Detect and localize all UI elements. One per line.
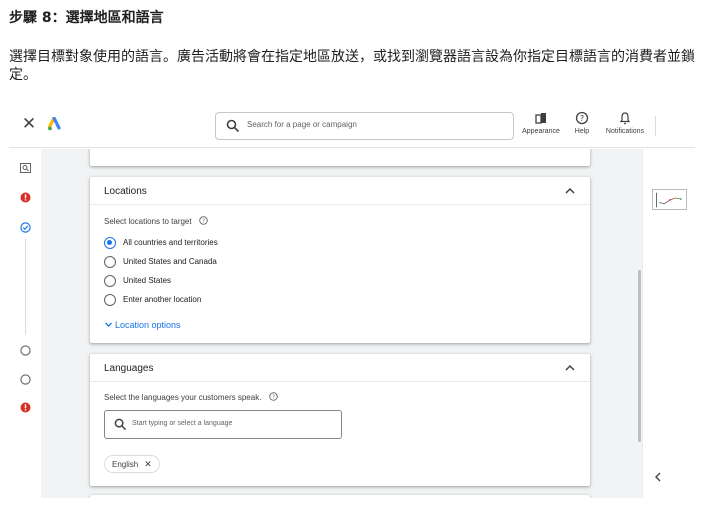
location-option-label: United States and Canada [123,257,217,266]
chart-thumbnail[interactable] [652,189,687,210]
scrollbar[interactable] [638,270,641,442]
location-option-label: Enter another location [123,295,202,304]
languages-card: Languages Select the languages your cust… [90,354,590,486]
chevron-up-icon[interactable] [564,185,576,197]
help-button[interactable]: ? Help [570,111,594,135]
step-description: 選擇目標對象使用的語言。廣告活動將會在指定地區放送，或找到瀏覽器語言設為你指定目… [9,49,695,83]
languages-title: Languages [104,363,154,374]
locations-subtitle-text: Select locations to target [104,217,192,226]
error-icon[interactable] [20,402,31,413]
notifications-button[interactable]: Notifications [601,111,649,135]
location-options-label: Location options [115,320,181,330]
appearance-label: Appearance [522,128,560,135]
language-chip-label: English [112,460,139,469]
close-icon[interactable]: ✕ [21,116,37,133]
svg-text:?: ? [580,114,584,123]
toolbar-divider [655,116,656,136]
divider [90,381,590,382]
divider [90,204,590,205]
error-icon[interactable] [20,192,31,203]
languages-subtitle-text: Select the languages your customers spea… [104,393,262,402]
appearance-button[interactable]: Appearance [519,111,563,135]
svg-text:?: ? [202,219,205,225]
notifications-label: Notifications [605,128,645,135]
chevron-left-icon[interactable] [652,471,664,483]
search-input[interactable]: Search for a page or campaign [215,112,514,140]
language-input-placeholder: Start typing or select a language [132,420,233,427]
next-card [90,495,590,498]
radio-button[interactable] [104,275,116,287]
svg-text:?: ? [272,395,275,401]
remove-chip-icon[interactable]: ✕ [144,459,152,469]
location-option-label: All countries and territories [123,238,218,247]
check-circle-icon[interactable] [20,222,31,233]
bell-icon [619,112,631,125]
search-icon [226,119,240,133]
step-circle-icon[interactable] [20,374,31,385]
search-icon [114,418,127,431]
main-content: Locations Select locations to target ? A… [42,149,642,498]
locations-card: Locations Select locations to target ? A… [90,177,590,343]
previous-card [90,149,590,166]
help-label: Help [574,128,590,135]
top-bar: ✕ Search for a page or campaign Appearan… [9,102,695,148]
google-ads-logo [48,117,61,131]
language-search-input[interactable]: Start typing or select a language [104,410,342,439]
step-circle-icon[interactable] [20,345,31,356]
rail-connector [25,239,26,335]
radio-button[interactable] [104,256,116,268]
locations-subtitle: Select locations to target ? [104,216,208,226]
locations-title: Locations [104,186,147,197]
step-rail [9,149,42,498]
preview-panel [642,149,695,498]
languages-subtitle: Select the languages your customers spea… [104,392,278,402]
language-chip[interactable]: English ✕ [104,455,160,473]
chevron-down-icon [105,322,112,327]
help-icon[interactable]: ? [268,392,278,401]
preview-icon[interactable] [20,163,31,173]
appearance-icon [535,113,546,124]
radio-button[interactable] [104,294,116,306]
location-options-link[interactable]: Location options [104,320,181,330]
radio-button-selected[interactable] [104,237,116,249]
search-placeholder: Search for a page or campaign [247,120,357,129]
step-title: 步驟 8：選擇地區和語言 [9,10,164,26]
google-ads-screenshot: ✕ Search for a page or campaign Appearan… [9,102,695,498]
location-option-label: United States [123,276,172,285]
chevron-up-icon[interactable] [564,362,576,374]
help-icon[interactable]: ? [199,216,208,225]
help-icon: ? [575,111,589,125]
